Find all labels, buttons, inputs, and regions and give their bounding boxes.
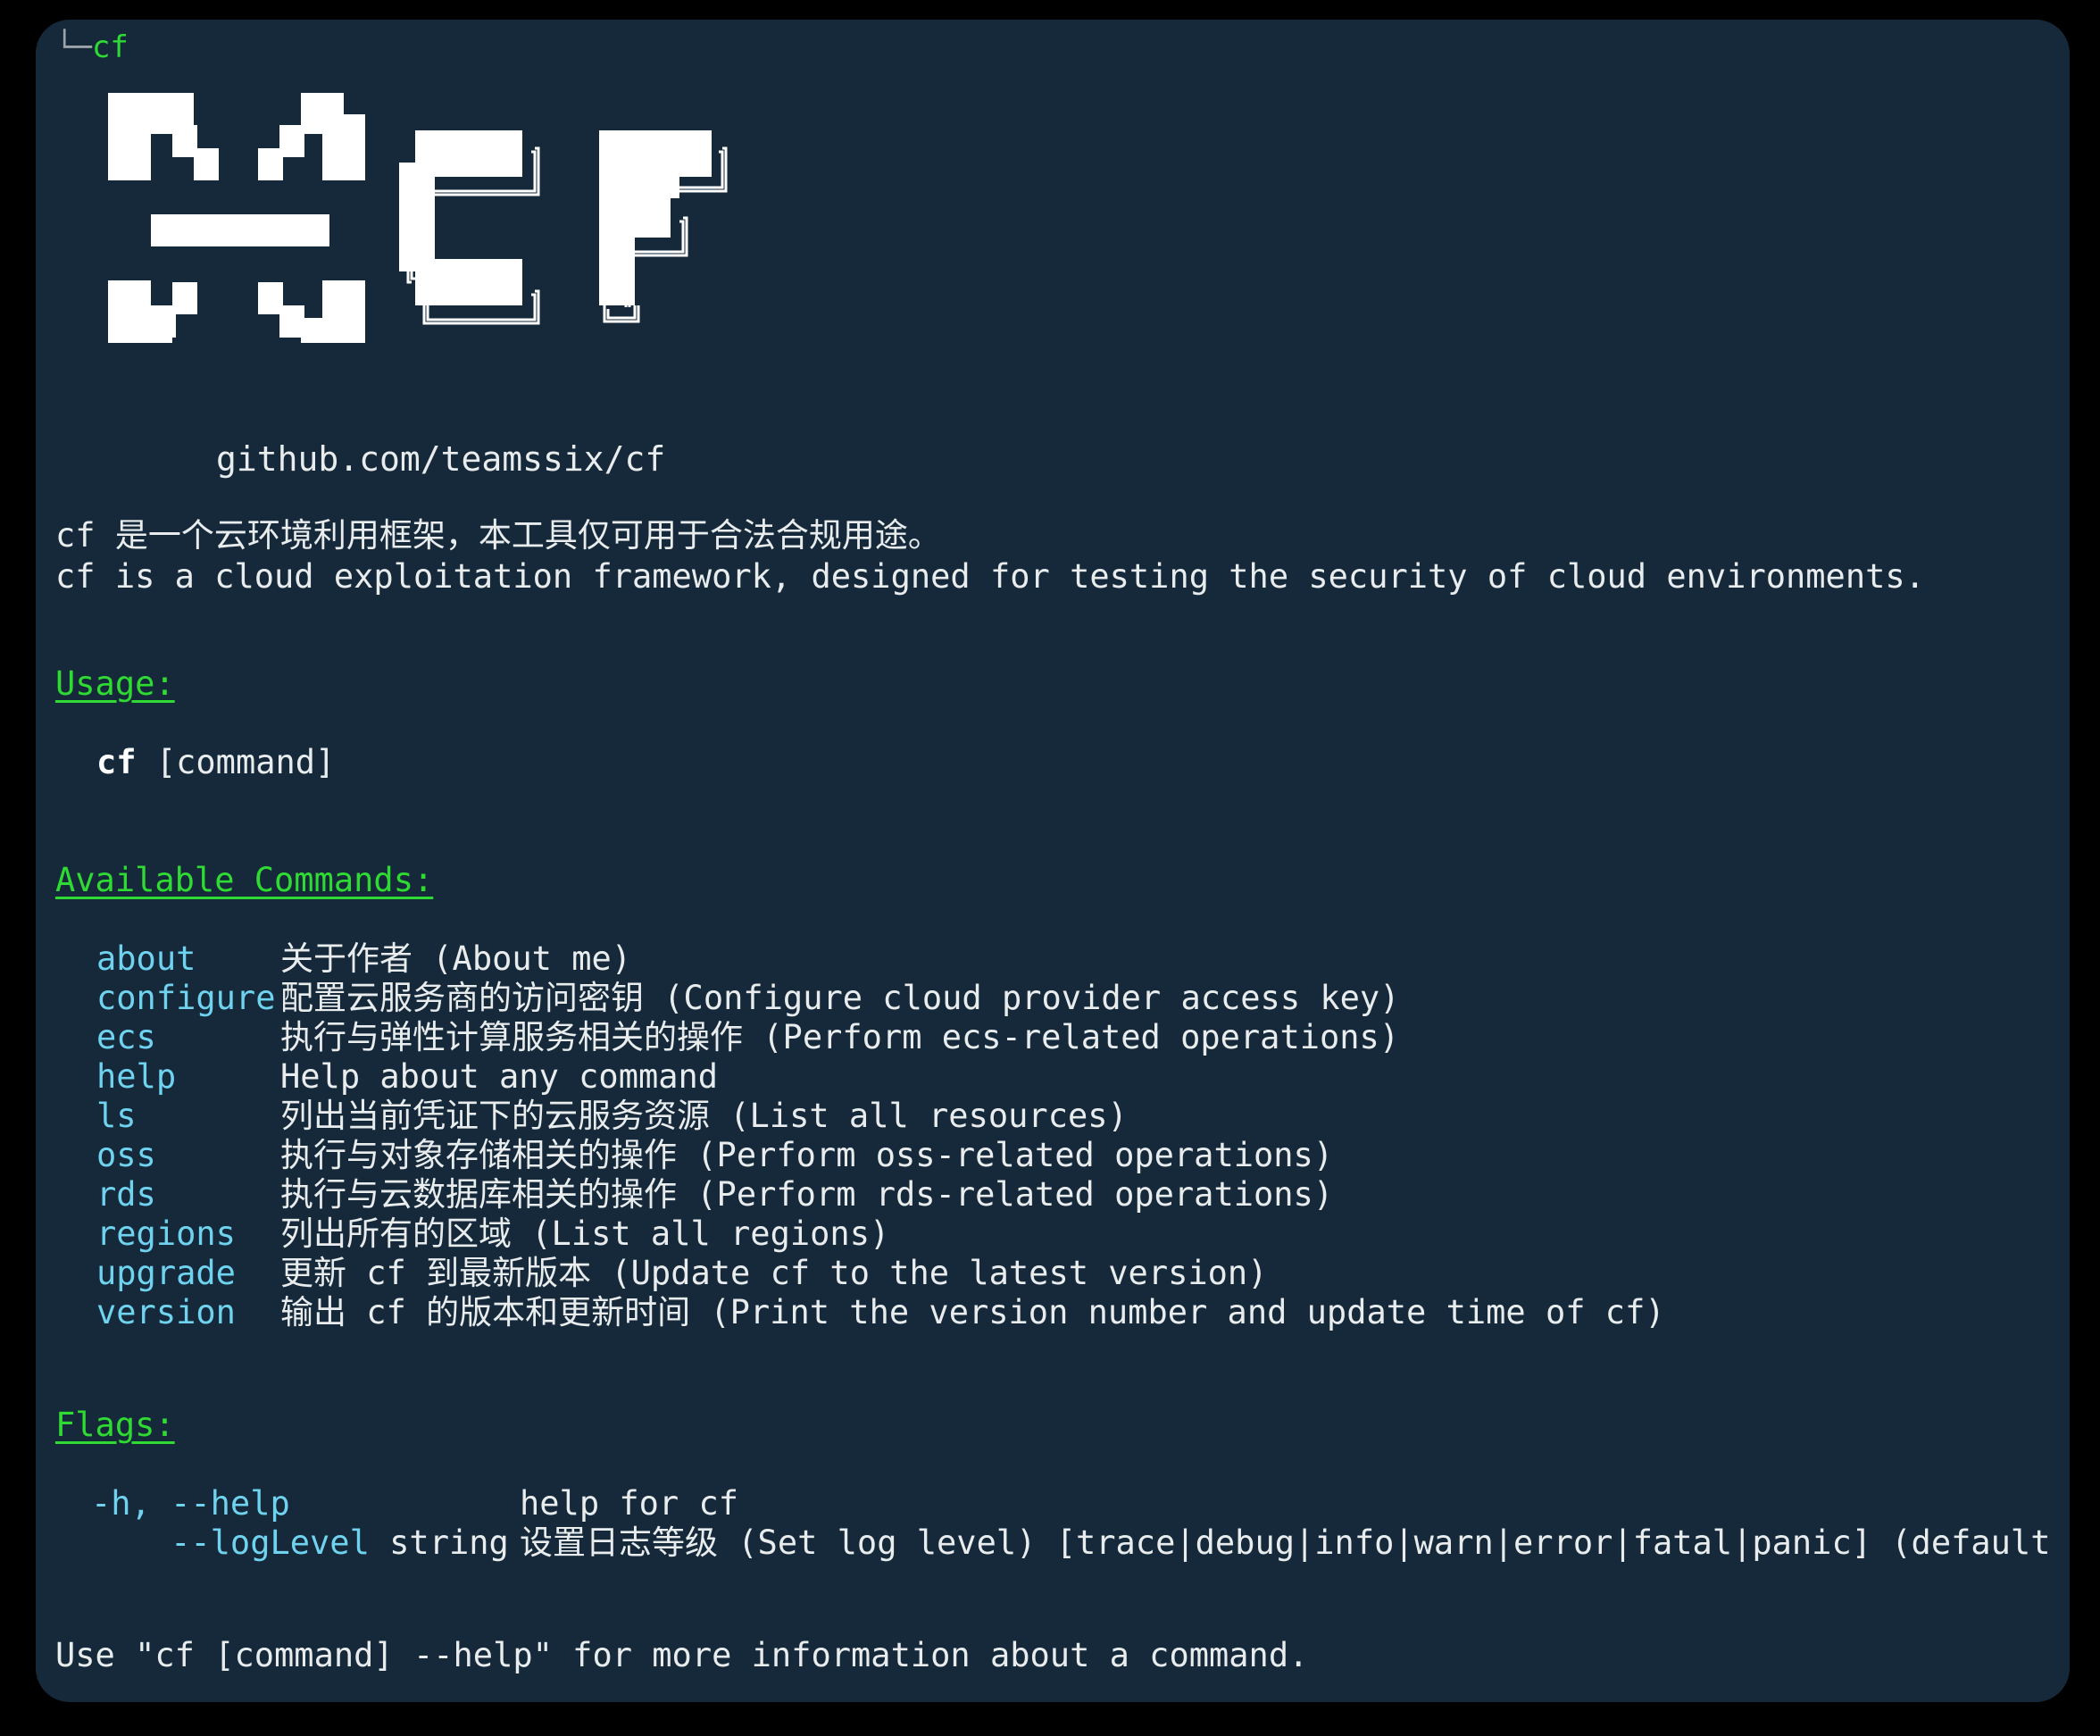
available-commands-heading: Available Commands:: [55, 861, 434, 899]
flag-arg-type: string: [369, 1523, 509, 1562]
flag-name: --logLevel string: [55, 1523, 520, 1563]
command-description: 执行与弹性计算服务相关的操作 (Perform ecs-related oper…: [280, 1018, 1400, 1056]
command-name: about: [96, 939, 196, 978]
command-row-configure[interactable]: configure 配置云服务商的访问密钥 (Configure cloud p…: [55, 979, 1399, 1018]
flag-name: -h, --help: [55, 1484, 520, 1523]
prompt-line: └─cf: [55, 25, 129, 70]
flag-row-loglevel[interactable]: --logLevel string 设置日志等级 (Set log level)…: [55, 1523, 2070, 1563]
command-name: rds: [96, 1175, 156, 1214]
cf-block-logo: [58, 93, 808, 343]
command-name: oss: [96, 1136, 156, 1174]
command-row-ls[interactable]: ls 列出当前凭证下的云服务资源 (List all resources): [55, 1097, 1128, 1136]
description-zh: cf 是一个云环境利用框架，本工具仅可用于合法合规用途。: [55, 516, 941, 555]
prompt-command-text: cf: [91, 29, 129, 65]
flag-description: help for cf: [520, 1484, 739, 1523]
flag-token: -h, --help: [91, 1484, 290, 1523]
command-row-ecs[interactable]: ecs 执行与弹性计算服务相关的操作 (Perform ecs-related …: [55, 1018, 1399, 1057]
flag-row-help[interactable]: -h, --help help for cf: [55, 1484, 738, 1523]
terminal-window: └─cf github.com/teamssix/cf cf 是一个云环境利用框…: [36, 20, 2070, 1702]
command-description: 输出 cf 的版本和更新时间 (Print the version number…: [280, 1293, 1665, 1331]
command-description: 关于作者 (About me): [280, 939, 632, 978]
command-row-help[interactable]: help Help about any command: [55, 1057, 718, 1097]
command-name: version: [96, 1293, 236, 1331]
command-description: 执行与对象存储相关的操作 (Perform oss-related operat…: [280, 1136, 1334, 1174]
description-en: cf is a cloud exploitation framework, de…: [55, 557, 1925, 596]
command-row-rds[interactable]: rds 执行与云数据库相关的操作 (Perform rds-related op…: [55, 1175, 1333, 1214]
command-description: Help about any command: [280, 1057, 719, 1096]
command-row-oss[interactable]: oss 执行与对象存储相关的操作 (Perform oss-related op…: [55, 1136, 1333, 1175]
usage-command: cf: [96, 743, 137, 781]
command-name: regions: [96, 1214, 236, 1253]
command-name: ls: [96, 1097, 137, 1135]
command-name: ecs: [96, 1018, 156, 1056]
command-description: 列出所有的区域 (List all regions): [280, 1214, 890, 1253]
prompt-branch-glyph: └─: [55, 29, 92, 65]
flag-description: 设置日志等级 (Set log level) [trace|debug|info…: [520, 1523, 2070, 1562]
repo-url-text: github.com/teamssix/cf: [216, 439, 666, 479]
command-description: 更新 cf 到最新版本 (Update cf to the latest ver…: [280, 1254, 1268, 1292]
command-row-version[interactable]: version 输出 cf 的版本和更新时间 (Print the versio…: [55, 1293, 1665, 1332]
flag-token: --logLevel: [91, 1523, 370, 1562]
command-name: help: [96, 1057, 177, 1096]
usage-heading: Usage:: [55, 664, 175, 703]
command-name: upgrade: [96, 1254, 236, 1292]
command-description: 列出当前凭证下的云服务资源 (List all resources): [280, 1097, 1128, 1135]
command-name: configure: [96, 979, 276, 1017]
command-row-upgrade[interactable]: upgrade 更新 cf 到最新版本 (Update cf to the la…: [55, 1254, 1267, 1293]
command-row-regions[interactable]: regions 列出所有的区域 (List all regions): [55, 1214, 889, 1254]
command-row-about[interactable]: about 关于作者 (About me): [55, 939, 631, 979]
flags-heading: Flags:: [55, 1406, 175, 1444]
usage-argument: [command]: [136, 743, 336, 781]
footer-hint: Use "cf [command] --help" for more infor…: [55, 1636, 1309, 1674]
command-description: 配置云服务商的访问密钥 (Configure cloud provider ac…: [280, 979, 1400, 1017]
command-description: 执行与云数据库相关的操作 (Perform rds-related operat…: [280, 1175, 1334, 1214]
